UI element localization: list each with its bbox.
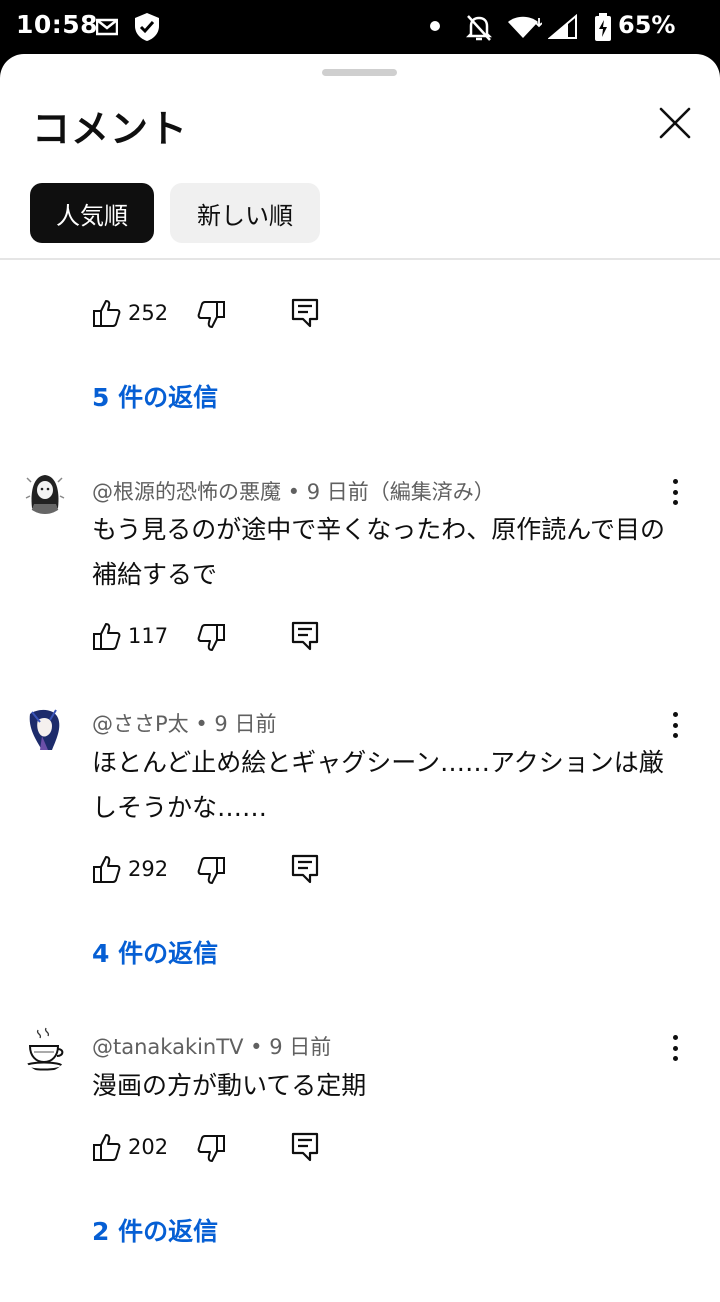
comment-meta: @tanakakinTV • 9 日前	[92, 1031, 331, 1061]
view-replies-link[interactable]: 2 件の返信	[92, 1212, 218, 1248]
like-count: 117	[128, 624, 169, 648]
meta-separator: •	[188, 712, 215, 736]
clipped-comment-text: …	[92, 241, 117, 258]
reply-icon[interactable]	[291, 621, 319, 651]
comment-text: もう見るのが途中で辛くなったわ、原作読んで目の補給するで	[92, 515, 666, 589]
dot-icon	[430, 21, 440, 31]
mail-icon	[96, 18, 118, 36]
dislike-icon[interactable]	[196, 623, 226, 653]
comment-age: 9 日前	[269, 1035, 332, 1059]
comment-age: 9 日前	[306, 480, 369, 504]
sort-chip-newest[interactable]: 新しい順	[170, 183, 320, 243]
more-options-icon[interactable]	[662, 1031, 688, 1065]
comment-meta: @根源的恐怖の悪魔 • 9 日前（編集済み）	[92, 476, 495, 506]
reply-icon[interactable]	[291, 1132, 319, 1162]
comment-author[interactable]: @ささP太	[92, 712, 189, 736]
comment-age: 9 日前	[214, 712, 277, 736]
like-icon[interactable]	[92, 298, 122, 328]
more-options-icon[interactable]	[662, 708, 688, 742]
header-divider	[0, 258, 720, 260]
dislike-icon[interactable]	[196, 856, 226, 886]
view-replies-link[interactable]: 5 件の返信	[92, 378, 218, 414]
meta-separator: •	[243, 1035, 270, 1059]
sheet-title: コメント	[32, 107, 189, 151]
avatar[interactable]	[22, 1026, 68, 1072]
like-icon[interactable]	[92, 854, 122, 884]
more-options-icon[interactable]	[662, 475, 688, 509]
avatar-image	[22, 1026, 68, 1072]
status-bar: 10:58 65%	[0, 0, 720, 54]
reply-icon[interactable]	[291, 854, 319, 884]
battery-percentage: 65%	[618, 11, 676, 39]
comment-meta: @ささP太 • 9 日前	[92, 708, 276, 738]
comment-author[interactable]: @根源的恐怖の悪魔	[92, 480, 281, 504]
meta-separator: •	[281, 480, 307, 504]
like-count: 292	[128, 857, 169, 881]
like-count: 252	[128, 301, 169, 325]
status-time: 10:58	[16, 10, 99, 39]
like-icon[interactable]	[92, 621, 122, 651]
battery-charging-icon	[595, 13, 611, 41]
view-replies-link[interactable]: 4 件の返信	[92, 934, 218, 970]
comment-text: 漫画の方が動いてる定期	[92, 1071, 367, 1100]
avatar[interactable]	[22, 468, 68, 514]
dislike-icon[interactable]	[196, 1134, 226, 1164]
comments-sheet: コメント 人気順 新しい順 … 252 5 件の返信 @根源的恐怖の悪魔 • 9…	[0, 54, 720, 1302]
drag-handle[interactable]	[322, 69, 397, 76]
comment-text: ほとんど止め絵とギャグシーン……アクションは厳しそうかな……	[92, 748, 664, 822]
edited-label: （編集済み）	[368, 480, 495, 504]
like-count: 202	[128, 1135, 169, 1159]
avatar-image	[22, 706, 68, 752]
dislike-icon[interactable]	[196, 300, 226, 330]
wifi-icon	[508, 16, 542, 38]
reply-icon[interactable]	[291, 298, 319, 328]
avatar[interactable]	[22, 706, 68, 752]
comment-author[interactable]: @tanakakinTV	[92, 1035, 243, 1059]
avatar-image	[22, 468, 68, 514]
like-icon[interactable]	[92, 1132, 122, 1162]
shield-icon	[135, 13, 159, 41]
signal-icon	[548, 14, 577, 39]
bell-off-icon	[466, 15, 492, 41]
close-icon[interactable]	[656, 104, 694, 142]
